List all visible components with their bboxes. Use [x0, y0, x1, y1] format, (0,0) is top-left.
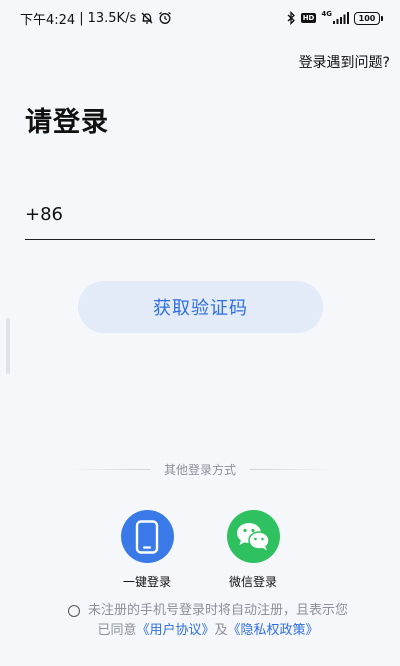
country-code[interactable]: +86 — [25, 204, 63, 225]
wechat-login-button[interactable]: 微信登录 — [213, 510, 293, 590]
bluetooth-icon — [286, 11, 296, 25]
battery-icon: 100 — [354, 11, 383, 25]
phone-number-input[interactable] — [73, 194, 375, 235]
alarm-icon — [158, 11, 172, 25]
agreement-conj: 及 — [214, 623, 228, 638]
agreement-text-1: 未注册的手机号登录时将自动注册，且表示您 — [87, 603, 348, 618]
one-click-login-button[interactable]: 一键登录 — [107, 510, 187, 590]
login-screen: 下午4:24 | 13.5K/s HD 4G 100 登录遇到问题? 请登录 +… — [0, 0, 400, 666]
battery-level: 100 — [358, 13, 376, 23]
status-time: 下午4:24 — [20, 12, 76, 28]
network-type: 4G — [321, 9, 332, 18]
status-right: HD 4G 100 — [286, 9, 383, 25]
hd-badge: HD — [300, 13, 317, 23]
divider-line-right — [250, 468, 336, 470]
mute-bell-icon — [140, 11, 154, 25]
page-title: 请登录 — [25, 107, 109, 138]
status-separator: | — [79, 10, 84, 26]
agreement-prefix: 已同意 — [97, 623, 137, 638]
wechat-login-label: 微信登录 — [228, 575, 277, 589]
wechat-icon — [226, 510, 280, 563]
status-left: 下午4:24 | 13.5K/s — [20, 9, 172, 28]
other-login-divider: 其他登录方式 — [65, 462, 336, 477]
agreement-checkbox[interactable] — [67, 605, 80, 617]
phone-input-row: +86 — [25, 190, 375, 240]
phone-icon — [120, 510, 174, 563]
agreement-notice: 未注册的手机号登录时将自动注册，且表示您 已同意 《用户协议》 及 《隐私权政策… — [48, 601, 368, 641]
side-edge-handle[interactable] — [6, 318, 10, 374]
one-click-login-label: 一键登录 — [122, 575, 171, 589]
status-bar: 下午4:24 | 13.5K/s HD 4G 100 — [0, 0, 400, 36]
other-login-label: 其他登录方式 — [164, 462, 237, 477]
get-code-button[interactable]: 获取验证码 — [78, 281, 323, 333]
network-speed: 13.5K/s — [87, 10, 137, 26]
divider-line-left — [65, 468, 150, 470]
agreement-line-1: 未注册的手机号登录时将自动注册，且表示您 — [48, 601, 368, 621]
login-help-link[interactable]: 登录遇到问题? — [299, 52, 390, 72]
user-agreement-link[interactable]: 《用户协议》 — [136, 621, 214, 641]
signal-icon — [333, 12, 349, 24]
agreement-line-2: 已同意 《用户协议》 及 《隐私权政策》 — [48, 621, 368, 641]
privacy-policy-link[interactable]: 《隐私权政策》 — [228, 621, 319, 641]
